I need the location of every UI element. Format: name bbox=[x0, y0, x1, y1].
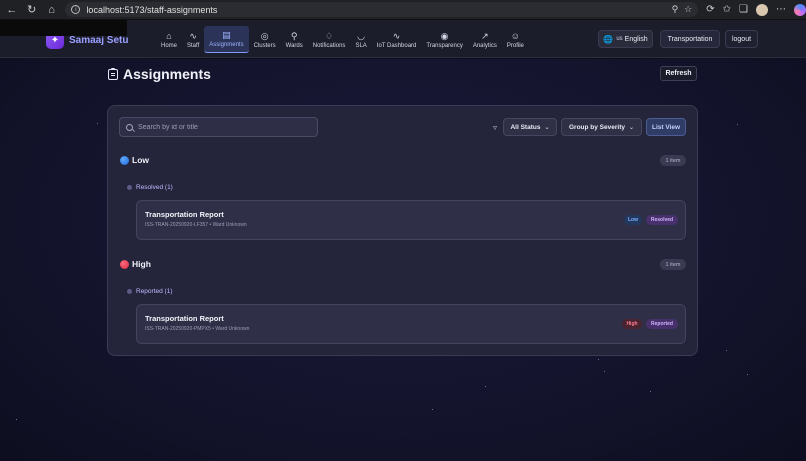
assignment-card[interactable]: Transportation Report ISS-TRAN-20250920-… bbox=[136, 304, 686, 344]
nav-label: Notifications bbox=[312, 42, 346, 49]
filter-icon: ▿ bbox=[492, 122, 497, 132]
nav-analytics[interactable]: ↗ Analytics bbox=[468, 26, 502, 53]
nav-label: SLA bbox=[355, 42, 367, 49]
home-browser-icon[interactable]: ⌂ bbox=[44, 2, 60, 18]
status-group-resolved[interactable]: Resolved (1) bbox=[127, 184, 173, 191]
nav-profile[interactable]: ☺ Profile bbox=[502, 26, 529, 53]
nav-iot-dashboard[interactable]: ∿ IoT Dashboard bbox=[372, 26, 422, 53]
severity-label: Low bbox=[132, 155, 149, 165]
search-box[interactable] bbox=[119, 117, 318, 137]
severity-label: High bbox=[132, 259, 151, 269]
nav-label: Transparency bbox=[426, 42, 463, 49]
card-title: Transportation Report bbox=[145, 314, 224, 323]
browser-toolbar: ← ↻ ⌂ i localhost:5173/staff-assignments… bbox=[0, 0, 806, 20]
department-button[interactable]: Transportation bbox=[660, 30, 720, 48]
eye-icon: ◉ bbox=[440, 30, 449, 41]
status-dot-icon bbox=[127, 289, 132, 294]
clipboard-icon bbox=[108, 67, 118, 80]
severity-tag: Low bbox=[624, 215, 642, 225]
reload-icon[interactable]: ↻ bbox=[24, 2, 40, 18]
card-title: Transportation Report bbox=[145, 210, 224, 219]
logout-button[interactable]: logout bbox=[725, 30, 758, 48]
status-filter-value: All Status bbox=[510, 123, 541, 131]
back-icon[interactable]: ← bbox=[4, 2, 20, 18]
flag-code: us bbox=[616, 36, 623, 42]
refresh-button[interactable]: Refresh bbox=[660, 66, 697, 81]
search-icon bbox=[126, 123, 133, 131]
collections-icon[interactable]: ❏ bbox=[739, 4, 748, 15]
clipboard-icon: ▤ bbox=[222, 30, 231, 40]
nav-assignments[interactable]: ▤ Assignments bbox=[204, 26, 249, 53]
status-group-label: Resolved (1) bbox=[136, 184, 173, 191]
group-by-value: Group by Severity bbox=[568, 123, 625, 131]
severity-tag: High bbox=[622, 319, 642, 329]
main-nav: ⌂ Home ∿ Staff ▤ Assignments ◎ Clusters … bbox=[156, 26, 529, 53]
extensions-icon[interactable]: ⟳ bbox=[706, 4, 714, 15]
browser-profile-avatar[interactable] bbox=[755, 3, 768, 16]
status-group-reported[interactable]: Reported (1) bbox=[127, 288, 173, 295]
nav-label: Staff bbox=[187, 42, 200, 49]
nav-label: Wards bbox=[285, 42, 303, 49]
nav-label: IoT Dashboard bbox=[376, 42, 417, 49]
card-subtitle: ISS-TRAN-20250920-PMPX5 • Ward Unknown bbox=[145, 326, 250, 332]
list-view-button[interactable]: List View bbox=[646, 118, 686, 136]
nav-label: Clusters bbox=[253, 42, 276, 49]
nav-label: Analytics bbox=[472, 42, 497, 49]
search-input[interactable] bbox=[138, 123, 308, 131]
nav-label: Assignments bbox=[209, 42, 244, 48]
status-filter-select[interactable]: All Status ⌄ bbox=[503, 118, 557, 136]
severity-group-low[interactable]: Low bbox=[120, 155, 149, 165]
language-label: English bbox=[624, 35, 648, 43]
card-subtitle: ISS-TRAN-20250920-LF357 • Ward Unknown bbox=[145, 222, 247, 228]
bell-icon: ♢ bbox=[325, 30, 334, 41]
group-count-badge: 1 item bbox=[660, 155, 686, 166]
address-bar[interactable]: i localhost:5173/staff-assignments ⚲ ☆ bbox=[65, 2, 699, 17]
map-pin-icon: ⚲ bbox=[290, 30, 298, 41]
home-icon: ⌂ bbox=[166, 30, 172, 41]
low-severity-icon bbox=[120, 155, 129, 165]
high-severity-icon bbox=[120, 259, 129, 269]
nav-notifications[interactable]: ♢ Notifications bbox=[308, 26, 351, 53]
nav-home[interactable]: ⌂ Home bbox=[156, 26, 182, 53]
chevron-down-icon: ⌄ bbox=[544, 124, 550, 131]
nav-staff[interactable]: ∿ Staff bbox=[182, 26, 204, 53]
trending-up-icon: ↗ bbox=[481, 30, 489, 41]
activity-icon: ∿ bbox=[392, 30, 401, 41]
globe-icon: 🌐 bbox=[603, 34, 614, 44]
status-dot-icon bbox=[127, 185, 132, 190]
page-title-text: Assignments bbox=[123, 66, 211, 82]
nav-sla[interactable]: ◡ SLA bbox=[350, 26, 371, 53]
user-icon: ☺ bbox=[510, 30, 520, 41]
chevron-down-icon: ⌄ bbox=[628, 124, 635, 131]
language-selector[interactable]: 🌐 us English bbox=[598, 30, 653, 48]
status-tag: Reported bbox=[646, 319, 678, 329]
nav-clusters[interactable]: ◎ Clusters bbox=[249, 26, 281, 53]
url-text: localhost:5173/staff-assignments bbox=[86, 4, 218, 15]
zoom-icon[interactable]: ⚲ bbox=[672, 4, 679, 15]
target-icon: ◎ bbox=[260, 30, 269, 41]
group-by-select[interactable]: Group by Severity ⌄ bbox=[561, 118, 642, 136]
header-overlay-strip bbox=[0, 20, 127, 36]
assignment-card[interactable]: Transportation Report ISS-TRAN-20250920-… bbox=[136, 200, 686, 240]
nav-wards[interactable]: ⚲ Wards bbox=[281, 26, 308, 53]
gauge-icon: ◡ bbox=[357, 30, 366, 41]
browser-menu-icon[interactable]: ⋯ bbox=[776, 4, 786, 15]
bookmark-star-icon[interactable]: ☆ bbox=[684, 4, 692, 15]
brand-name: Samaaj Setu bbox=[69, 34, 129, 46]
status-tag: Resolved bbox=[646, 215, 678, 225]
nav-transparency[interactable]: ◉ Transparency bbox=[421, 26, 467, 53]
nav-label: Profile bbox=[506, 42, 524, 49]
activity-icon: ∿ bbox=[189, 30, 197, 41]
site-info-icon[interactable]: i bbox=[71, 5, 81, 14]
favorites-icon[interactable]: ✩ bbox=[723, 4, 731, 15]
nav-label: Home bbox=[161, 42, 178, 49]
status-group-label: Reported (1) bbox=[136, 288, 173, 295]
copilot-icon[interactable] bbox=[793, 3, 806, 16]
page-title: Assignments bbox=[108, 66, 211, 82]
group-count-badge: 1 item bbox=[660, 259, 686, 270]
severity-group-high[interactable]: High bbox=[120, 259, 151, 269]
